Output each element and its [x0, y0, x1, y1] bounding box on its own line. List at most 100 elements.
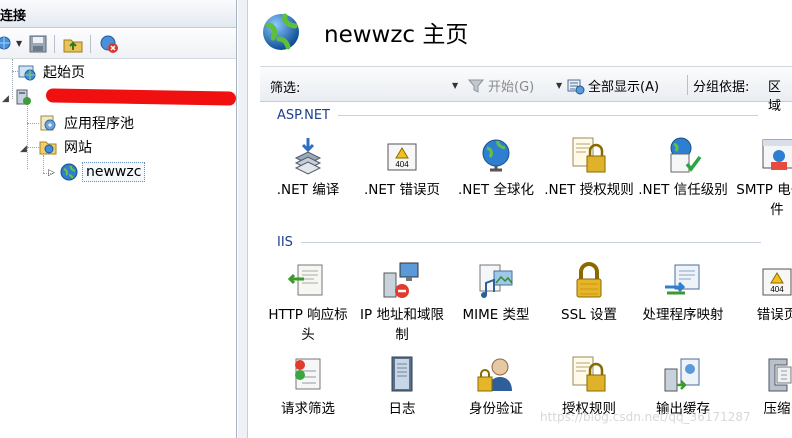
save-icon[interactable]	[28, 34, 48, 54]
feature-label: 日志	[388, 401, 416, 417]
site-globe-icon	[60, 163, 78, 181]
compression-clamp-icon	[768, 358, 792, 392]
connections-tree: 起始页 ◢ 应用程序池 ◢ 网站 ▷ newwzc	[0, 59, 237, 438]
lock-document-icon	[572, 356, 606, 392]
filter-label: 筛选:	[270, 81, 301, 96]
connections-toolbar: ▼	[0, 29, 236, 59]
smtp-mail-icon	[762, 139, 792, 170]
tree-node-app-pools[interactable]: 应用程序池	[39, 112, 137, 134]
handler-mappings-icon	[665, 264, 700, 295]
sites-collapse-icon[interactable]: ◢	[20, 144, 27, 154]
padlock-icon	[576, 262, 602, 298]
lock-document-icon	[572, 137, 606, 173]
request-filtering-icon	[295, 358, 321, 390]
feature-net-globalization[interactable]: .NET 全球化	[450, 136, 542, 200]
filter-bar: 筛选: ▼ 开始(G) ▼ 全部显示(A) 分组依据: 区域	[260, 66, 792, 114]
ip-restriction-icon	[383, 262, 419, 298]
feature-request-filtering[interactable]: 请求筛选	[262, 355, 354, 419]
pane-splitter[interactable]	[238, 0, 248, 438]
tree-node-start-page[interactable]: 起始页	[18, 61, 88, 83]
feature-label: 错误页	[756, 307, 792, 323]
feature-label: .NET 授权规则	[544, 182, 634, 198]
site-globe-large-icon	[263, 13, 299, 50]
show-all-icon	[567, 79, 585, 94]
feature-label: SMTP 电子邮件	[736, 182, 792, 218]
start-filter-label: 开始(G)	[488, 80, 535, 95]
tree-node-site-newwzc[interactable]: newwzc	[60, 161, 146, 183]
group-heading-aspnet-label: ASP.NET	[277, 108, 330, 123]
site-expand-icon[interactable]: ▷	[48, 168, 55, 178]
feature-label: .NET 错误页	[364, 182, 440, 198]
iis-manager-window: 连接 ▼ 起始页 ◢ 应用程序池 ◢ 网站 ▷ newwzc newwzc 主页…	[0, 0, 792, 438]
feature-net-trust-levels[interactable]: .NET 信任级别	[637, 136, 729, 200]
disconnect-icon[interactable]	[99, 34, 119, 54]
group-heading-iis: IIS	[277, 235, 761, 250]
mime-types-icon	[479, 264, 513, 298]
feature-handler-mappings[interactable]: 处理程序映射	[637, 261, 729, 325]
feature-error-pages[interactable]: 404 错误页	[731, 261, 792, 325]
feature-label: SSL 设置	[561, 307, 617, 323]
connect-dropdown-arrow-icon[interactable]: ▼	[16, 39, 22, 48]
tree-label-site-newwzc: newwzc	[82, 162, 146, 182]
start-dropdown-arrow-icon[interactable]: ▼	[556, 81, 562, 90]
filter-input[interactable]	[310, 74, 460, 94]
globe-stand-icon	[482, 139, 510, 172]
feature-ssl-settings[interactable]: SSL 设置	[543, 261, 635, 325]
redacted-server-name	[45, 88, 237, 106]
feature-label: .NET 全球化	[458, 182, 534, 198]
server-collapse-icon[interactable]: ◢	[2, 94, 9, 104]
connections-pane: 连接 ▼ 起始页 ◢ 应用程序池 ◢ 网站 ▷ newwzc	[0, 0, 237, 438]
tree-node-server[interactable]	[14, 86, 36, 108]
feature-logging[interactable]: 日志	[356, 355, 448, 419]
page-title: newwzc 主页	[324, 22, 469, 48]
feature-authentication[interactable]: 身份验证	[450, 355, 542, 419]
group-heading-aspnet: ASP.NET	[277, 108, 758, 123]
title-area: newwzc 主页	[249, 0, 792, 66]
group-by-select[interactable]: 区域	[768, 76, 792, 114]
start-filter-button[interactable]: 开始(G)	[467, 76, 534, 95]
user-lock-icon	[477, 358, 512, 392]
svg-text:404: 404	[395, 160, 409, 169]
response-headers-icon	[288, 264, 323, 296]
tree-label-start-page: 起始页	[43, 65, 85, 81]
group-heading-iis-label: IIS	[277, 235, 293, 250]
watermark: https://blog.csdn.net/qq_36171287	[540, 410, 751, 424]
feature-label: 处理程序映射	[642, 307, 724, 323]
feature-label: MIME 类型	[462, 307, 530, 323]
feature-label: 请求筛选	[281, 401, 335, 417]
up-level-icon[interactable]	[63, 34, 83, 54]
log-book-icon	[391, 356, 413, 392]
app-pools-icon	[40, 115, 56, 131]
show-all-label: 全部显示(A)	[588, 80, 660, 95]
tree-label-sites: 网站	[64, 140, 92, 156]
feature-smtp-email[interactable]: SMTP 电子邮件	[731, 136, 792, 220]
show-all-button[interactable]: 全部显示(A)	[567, 76, 659, 95]
trust-globe-check-icon	[670, 137, 702, 173]
feature-mime-types[interactable]: MIME 类型	[450, 261, 542, 325]
feature-label: .NET 信任级别	[638, 182, 728, 198]
compilation-icon	[294, 138, 322, 175]
feature-net-compilation[interactable]: .NET 编译	[262, 136, 354, 200]
feature-http-response-headers[interactable]: HTTP 响应标头	[262, 261, 354, 345]
start-page-icon	[18, 65, 36, 81]
feature-net-authorization-rules[interactable]: .NET 授权规则	[543, 136, 635, 200]
feature-label: 身份验证	[469, 401, 523, 417]
group-by-label: 分组依据:	[693, 80, 750, 95]
connect-icon[interactable]	[0, 34, 16, 54]
feature-net-error-pages[interactable]: 404 .NET 错误页	[356, 136, 448, 200]
output-cache-icon	[664, 358, 700, 392]
features-view: newwzc 主页 筛选: ▼ 开始(G) ▼ 全部显示(A) 分组依据: 区域	[249, 0, 792, 438]
feature-ip-domain-restrictions[interactable]: IP 地址和域限制	[356, 261, 448, 345]
connections-header: 连接	[0, 0, 236, 28]
sites-folder-icon	[39, 141, 57, 155]
error-page-404-icon: 404	[387, 143, 417, 171]
filter-dropdown-arrow-icon[interactable]: ▼	[452, 81, 458, 90]
server-icon	[16, 89, 31, 105]
feature-label: HTTP 响应标头	[268, 307, 348, 343]
svg-text:404: 404	[770, 285, 784, 294]
error-page-404-icon: 404	[762, 268, 792, 296]
tree-node-sites[interactable]: 网站	[39, 136, 95, 158]
feature-label: IP 地址和域限制	[360, 307, 444, 343]
feature-label: .NET 编译	[276, 182, 340, 198]
funnel-icon	[467, 79, 485, 93]
